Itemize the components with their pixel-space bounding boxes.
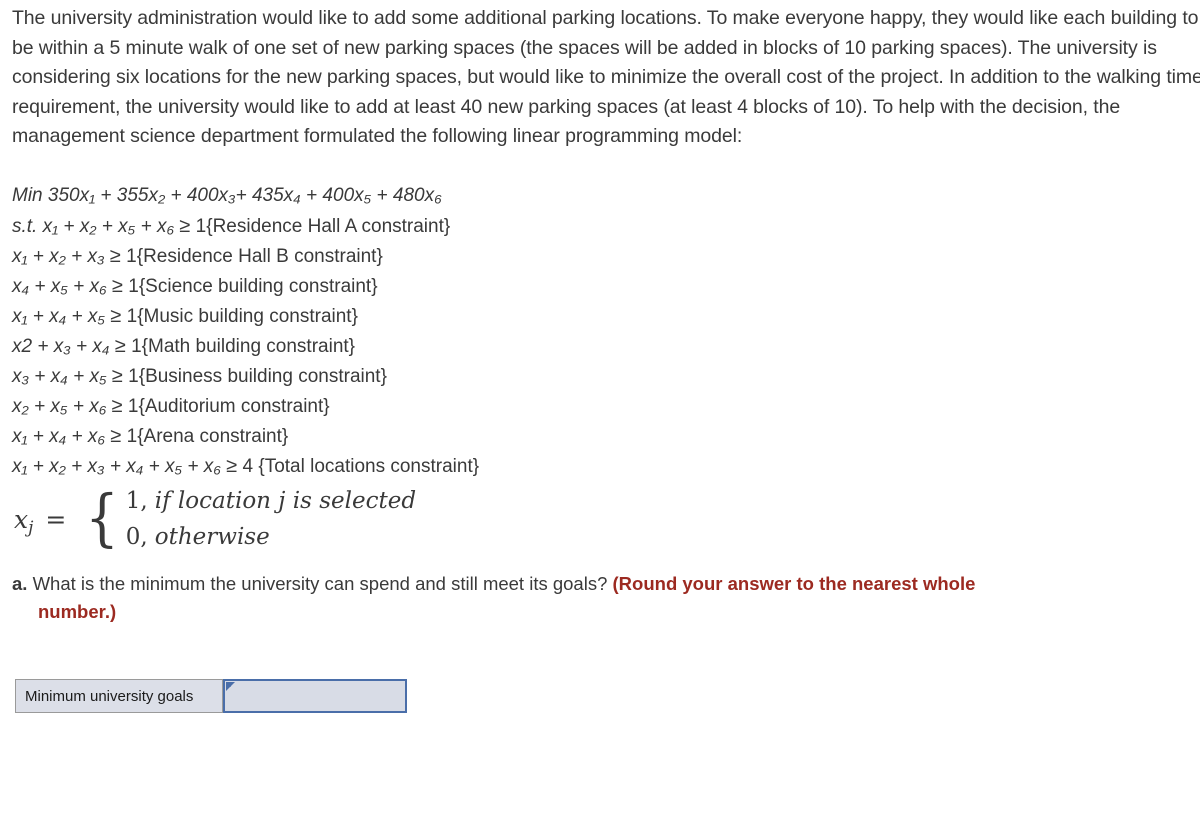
constraint-lhs: x₂ + x₅ + x₆ [12,396,107,417]
question-a-label: a. [12,573,28,594]
answer-table: Minimum university goals [15,679,407,713]
constraint-name: {Business building constraint} [138,366,387,387]
constraint-name: {Total locations constraint} [258,456,480,477]
constraint-line-business-building: x₃ + x₄ + x₅ ≥ 1{Business building const… [12,361,1012,391]
constraint-line-arena: x₁ + x₄ + x₆ ≥ 1{Arena constraint} [12,421,1012,451]
constraint-line-math-building: x2 + x₃ + x₄ ≥ 1{Math building constrain… [12,331,1012,361]
constraint-line-music-building: x₁ + x₄ + x₅ ≥ 1{Music building constrai… [12,301,1012,331]
constraint-name: {Math building constraint} [141,336,356,357]
left-brace-icon: { [85,480,120,554]
constraint-line-residence-hall-b: x₁ + x₂ + x₃ ≥ 1{Residence Hall B constr… [12,241,1012,271]
constraint-rhs: 1 [126,306,138,327]
constraint-name: {Residence Hall B constraint} [136,246,383,267]
constraint-rhs: 1 [131,336,142,357]
piecewise-case-one: 1, if location j is selected [126,483,416,519]
question-page: The university administration would like… [0,0,1200,819]
constraint-line-total-locations: x₁ + x₂ + x₃ + x₄ + x₅ + x₆ ≥ 4 {Total l… [12,451,1012,481]
piecewise-case-two-text: otherwise [154,524,270,550]
constraint-lhs: x₁ + x₂ + x₅ + x₆ [42,216,175,237]
constraint-rhs: 4 [242,456,254,477]
piecewise-case-one-text: if location j is selected [154,488,417,514]
constraint-name: {Residence Hall A constraint} [206,216,451,237]
piecewise-case-two: 0, otherwise [126,519,416,555]
constraint-lhs: x₁ + x₄ + x₅ [12,306,106,327]
constraint-prefix-st: s.t. [12,216,38,237]
answer-input[interactable] [225,681,405,711]
piecewise-variable-subscript: j [28,517,34,538]
constraint-name: {Music building constraint} [137,306,358,327]
constraint-operator: ≥ [111,395,123,417]
constraint-rhs: 1 [126,426,138,447]
answer-row-label: Minimum university goals [16,680,224,712]
constraint-line-residence-hall-a: s.t. x₁ + x₂ + x₅ + x₆ ≥ 1{Residence Hal… [12,211,1012,241]
constraint-operator: ≥ [110,425,122,447]
constraint-rhs: 1 [126,246,137,267]
answer-input-cell[interactable] [223,679,407,713]
constraint-name: {Science building constraint} [138,276,378,297]
objective-terms: 350x₁ + 355x₂ + 400x₃+ 435x₄ + 400x₅ + 4… [47,185,442,206]
constraint-lhs: x₃ + x₄ + x₅ [12,366,107,387]
constraint-operator: ≥ [111,275,123,297]
constraint-operator: ≥ [114,335,126,357]
question-a: a. What is the minimum the university ca… [12,570,1200,626]
objective-function-line: Min 350x₁ + 355x₂ + 400x₃+ 435x₄ + 400x₅… [12,181,1012,211]
piecewise-variable-base: x [14,504,29,534]
constraint-line-science-building: x₄ + x₅ + x₆ ≥ 1{Science building constr… [12,271,1012,301]
constraint-rhs: 1 [128,276,139,297]
question-a-hint-line1: (Round your answer to the nearest whole [612,573,976,594]
constraint-lhs: x₄ + x₅ + x₆ [12,276,107,297]
piecewise-case-one-value: 1, [125,488,148,514]
constraint-operator: ≥ [111,365,123,387]
objective-prefix: Min [12,185,43,206]
piecewise-case-two-value: 0, [125,524,148,550]
piecewise-cases: 1, if location j is selected 0, otherwise [126,483,416,555]
constraint-name: {Arena constraint} [137,426,289,447]
lp-model: Min 350x₁ + 355x₂ + 400x₃+ 435x₄ + 400x₅… [12,181,1012,481]
constraint-lhs: x2 + x₃ + x₄ [12,336,110,357]
constraint-operator: ≥ [109,245,121,267]
constraint-rhs: 1 [195,216,207,237]
question-a-hint-line2: number.) [38,601,117,622]
constraint-operator: ≥ [179,215,191,237]
problem-statement: The university administration would like… [12,7,1200,147]
constraint-lhs: x₁ + x₂ + x₃ + x₄ + x₅ + x₆ [12,456,221,477]
constraint-lhs: x₁ + x₄ + x₆ [12,426,106,447]
binary-variable-definition: xj = { 1, if location j is selected 0, oth… [14,481,416,557]
constraint-operator: ≥ [110,305,122,327]
constraint-rhs: 1 [127,396,139,417]
constraint-lhs: x₁ + x₂ + x₃ [12,246,105,267]
question-a-text: What is the minimum the university can s… [32,573,608,594]
constraint-rhs: 1 [128,366,139,387]
piecewise-equals-sign: = [45,504,67,534]
constraint-name: {Auditorium constraint} [138,396,330,417]
piecewise-variable: xj [14,504,43,537]
constraint-line-auditorium: x₂ + x₅ + x₆ ≥ 1{Auditorium constraint} [12,391,1012,421]
constraint-operator: ≥ [226,455,238,477]
